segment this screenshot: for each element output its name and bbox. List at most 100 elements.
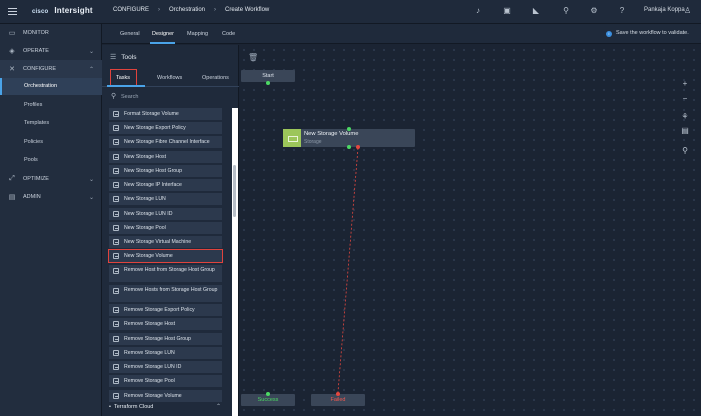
scrollbar-thumb[interactable] bbox=[233, 165, 236, 217]
task-label: New Storage Host bbox=[124, 154, 167, 160]
task-item-selected[interactable]: New Storage Volume bbox=[108, 249, 223, 263]
task-label: New Storage LUN bbox=[124, 196, 166, 202]
failed-input-port[interactable] bbox=[336, 392, 340, 396]
subtab-workflows[interactable]: Workflows bbox=[157, 75, 182, 81]
task-icon bbox=[113, 196, 119, 202]
node-input-port[interactable] bbox=[347, 127, 351, 131]
brand-prefix: cisco bbox=[32, 9, 49, 15]
chevron-up-icon[interactable]: ⌃ bbox=[216, 403, 221, 410]
sidebar-item-operate[interactable]: ◈ OPERATE ⌄ bbox=[0, 42, 102, 60]
node-failure-port[interactable] bbox=[356, 145, 360, 149]
task-item[interactable]: Remove Storage LUN bbox=[109, 347, 222, 359]
bell-icon[interactable]: ♪ bbox=[473, 6, 483, 16]
task-label: New Storage Pool bbox=[124, 225, 166, 231]
task-label: Remove Storage LUN bbox=[124, 350, 175, 356]
logo: cisco Intersight bbox=[32, 6, 93, 15]
workflow-canvas[interactable] bbox=[239, 45, 701, 416]
optimize-icon: ⤢ bbox=[9, 175, 15, 182]
operate-icon: ◈ bbox=[9, 48, 15, 55]
subtab-operations[interactable]: Operations bbox=[202, 75, 229, 81]
section-terraform-cloud[interactable]: Terraform Cloud bbox=[109, 404, 153, 410]
node-success-port[interactable] bbox=[347, 145, 351, 149]
task-item[interactable]: New Storage IP Interface bbox=[109, 179, 222, 191]
search-input[interactable] bbox=[121, 91, 233, 103]
sidebar-item-configure[interactable]: ✕ CONFIGURE ⌃ bbox=[0, 60, 102, 78]
task-icon bbox=[113, 253, 119, 259]
info-message: Save the workflow to validate. bbox=[616, 30, 689, 36]
task-icon bbox=[113, 168, 119, 174]
task-icon bbox=[113, 125, 119, 131]
task-item[interactable]: Remove Storage Host bbox=[109, 318, 222, 330]
task-label: New Storage Virtual Machine bbox=[124, 239, 192, 245]
tab-mapping[interactable]: Mapping bbox=[187, 31, 208, 37]
active-subtab-indicator bbox=[107, 85, 145, 87]
tab-code[interactable]: Code bbox=[222, 31, 235, 37]
task-item[interactable]: Remove Host from Storage Host Group bbox=[109, 265, 222, 282]
task-item[interactable]: Remove Storage Export Policy bbox=[109, 304, 222, 316]
task-label: Remove Storage Pool bbox=[124, 378, 175, 384]
zoom-in-icon[interactable]: + bbox=[680, 79, 690, 89]
tools-header: ☰ Tools bbox=[110, 53, 136, 61]
task-icon bbox=[113, 336, 119, 342]
zoom-out-icon[interactable]: − bbox=[680, 94, 690, 104]
sidebar-subitem-profiles[interactable]: Profiles bbox=[0, 97, 102, 114]
task-item[interactable]: Format Storage Volume bbox=[109, 108, 222, 120]
clipboard-icon[interactable]: ▣ bbox=[502, 6, 512, 16]
tab-general[interactable]: General bbox=[120, 31, 140, 37]
user-icon[interactable]: ♙ bbox=[684, 6, 691, 15]
layout-icon[interactable]: ▤ bbox=[680, 126, 690, 136]
user-name[interactable]: Pankaja Koppa bbox=[644, 7, 685, 13]
hierarchy-icon[interactable]: ⚘ bbox=[680, 112, 690, 122]
sidebar-subitem-orchestration[interactable]: Orchestration bbox=[0, 78, 102, 95]
task-item[interactable]: New Storage Host Group bbox=[109, 165, 222, 177]
search-icon: ⚲ bbox=[111, 93, 117, 100]
task-item[interactable]: Remove Storage Host Group bbox=[109, 333, 222, 345]
task-item[interactable]: Remove Storage Pool bbox=[109, 375, 222, 387]
task-item[interactable]: Remove Hosts from Storage Host Group bbox=[109, 285, 222, 302]
success-input-port[interactable] bbox=[266, 392, 270, 396]
sidebar-item-monitor[interactable]: ▭ MONITOR bbox=[0, 24, 102, 42]
task-label: New Storage Export Policy bbox=[124, 125, 186, 131]
task-item[interactable]: New Storage LUN bbox=[109, 193, 222, 205]
sidebar-item-admin[interactable]: ▤ ADMIN ⌄ bbox=[0, 188, 102, 206]
task-item[interactable]: New Storage Pool bbox=[109, 222, 222, 234]
task-item[interactable]: New Storage Export Policy bbox=[109, 122, 222, 134]
task-icon bbox=[113, 154, 119, 160]
task-scrollbar[interactable] bbox=[232, 108, 238, 416]
monitor-icon: ▭ bbox=[8, 30, 16, 37]
validation-info: i Save the workflow to validate. bbox=[606, 30, 689, 37]
task-item[interactable]: Remove Storage Volume bbox=[109, 390, 222, 402]
task-label: New Storage Host Group bbox=[124, 168, 182, 174]
breadcrumb-item[interactable]: CONFIGURE bbox=[113, 7, 149, 13]
gear-icon[interactable]: ⚙ bbox=[589, 6, 599, 16]
task-item[interactable]: New Storage Host bbox=[109, 151, 222, 163]
trash-icon[interactable]: 🗑 bbox=[248, 53, 258, 62]
task-item[interactable]: Remove Storage LUN ID bbox=[109, 361, 222, 373]
tools-title: Tools bbox=[121, 54, 137, 61]
breadcrumb-current: Create Workflow bbox=[225, 7, 270, 13]
chevron-down-icon: ⌄ bbox=[88, 194, 94, 201]
sidebar-item-label: CONFIGURE bbox=[23, 66, 56, 72]
sidebar-subitem-templates[interactable]: Templates bbox=[0, 115, 102, 132]
sidebar-subitem-pools[interactable]: Pools bbox=[0, 152, 102, 169]
tab-designer[interactable]: Designer bbox=[152, 31, 174, 37]
search-icon[interactable]: ⚲ bbox=[561, 6, 571, 16]
task-item[interactable]: New Storage Virtual Machine bbox=[109, 236, 222, 248]
sidebar-item-optimize[interactable]: ⤢ OPTIMIZE ⌄ bbox=[0, 170, 102, 188]
megaphone-icon[interactable]: ◣ bbox=[531, 6, 541, 16]
task-item[interactable]: New Storage LUN ID bbox=[109, 208, 222, 220]
start-output-port[interactable] bbox=[266, 81, 270, 85]
task-label: New Storage Volume bbox=[124, 253, 173, 259]
sidebar-subitem-policies[interactable]: Policies bbox=[0, 134, 102, 151]
menu-icon[interactable] bbox=[8, 8, 17, 15]
task-icon bbox=[113, 288, 119, 294]
chevron-right-icon: › bbox=[158, 7, 160, 13]
breadcrumb-item[interactable]: Orchestration bbox=[169, 7, 205, 13]
help-icon[interactable]: ? bbox=[617, 6, 627, 16]
subtab-tasks[interactable]: Tasks bbox=[116, 75, 130, 81]
sidebar: ▭ MONITOR ◈ OPERATE ⌄ ✕ CONFIGURE ⌃ Orch… bbox=[0, 24, 102, 416]
node-title: New Storage Volume bbox=[304, 131, 359, 137]
task-item[interactable]: New Storage Fibre Channel Interface bbox=[109, 136, 222, 148]
sidebar-item-label: MONITOR bbox=[23, 30, 49, 36]
zoom-fit-icon[interactable]: ⚲ bbox=[680, 146, 690, 156]
